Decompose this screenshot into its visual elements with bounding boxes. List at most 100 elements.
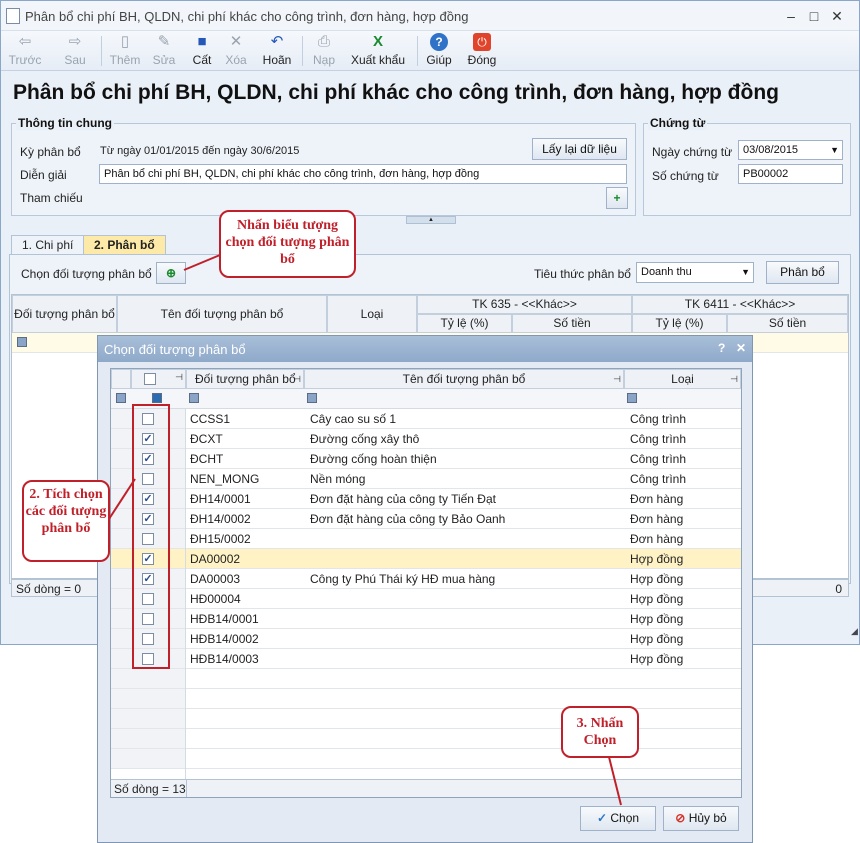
- toolbar-separator: [417, 36, 418, 66]
- col-header-rate-635: Tỷ lệ (%): [417, 314, 512, 333]
- minimize-button[interactable]: –: [781, 7, 801, 25]
- table-row[interactable]: [111, 709, 741, 729]
- table-row[interactable]: [111, 669, 741, 689]
- excel-icon: X: [372, 33, 383, 50]
- table-row[interactable]: HĐ00004 Hợp đồng: [111, 589, 741, 609]
- export-button[interactable]: X Xuất khẩu: [347, 33, 409, 69]
- table-row[interactable]: ✓ ĐCXT Đường cống xây thô Công trình: [111, 429, 741, 449]
- table-row[interactable]: HĐB14/0003 Hợp đồng: [111, 649, 741, 669]
- pin-icon[interactable]: ⊣: [293, 370, 301, 388]
- table-row[interactable]: ✓ DA00003 Công ty Phú Thái ký HĐ mua hàng H…: [111, 569, 741, 589]
- app-icon: [6, 8, 20, 24]
- voucher-number-input[interactable]: PB00002: [738, 164, 843, 184]
- resize-grip-icon[interactable]: ◢: [851, 626, 858, 637]
- dlg-col-type: Loại ⊣: [624, 369, 741, 389]
- row-code: HĐB14/0001: [190, 612, 259, 626]
- footer-total: 0: [835, 582, 842, 596]
- add-button[interactable]: ▯ Thêm: [107, 33, 143, 69]
- callout-arrow: [183, 254, 221, 271]
- collapse-handle[interactable]: ▲: [406, 216, 456, 224]
- row-name: Đơn đặt hàng của công ty Bảo Oanh: [310, 512, 506, 526]
- criteria-select[interactable]: Doanh thu ▼: [636, 262, 754, 283]
- table-row[interactable]: [111, 729, 741, 749]
- cancel-button[interactable]: ⊘ Hủy bỏ: [663, 806, 739, 831]
- table-row[interactable]: NEN_MONG Nền móng Công trình: [111, 469, 741, 489]
- row-code: HĐB14/0002: [190, 632, 259, 646]
- row-name: Công ty Phú Thái ký HĐ mua hàng: [310, 572, 496, 586]
- dropdown-arrow-icon[interactable]: ▼: [830, 141, 839, 159]
- dialog-title-bar: Chọn đối tượng phân bổ ? ✕: [98, 336, 752, 362]
- table-row[interactable]: HĐB14/0001 Hợp đồng: [111, 609, 741, 629]
- callout-press-choose: 3. Nhấn Chọn: [561, 706, 639, 758]
- close-window-button[interactable]: ✕: [827, 7, 847, 25]
- maximize-button[interactable]: □: [804, 7, 824, 25]
- row-type: Đơn hàng: [630, 532, 684, 546]
- save-button[interactable]: ■ Cất: [187, 33, 217, 69]
- table-row[interactable]: ✓ DA00002 Hợp đồng: [111, 549, 741, 569]
- pin-icon[interactable]: ⊣: [730, 370, 738, 388]
- table-row[interactable]: ✓ ĐH14/0002 Đơn đặt hàng của công ty Bảo O…: [111, 509, 741, 529]
- table-row[interactable]: ✓ ĐH14/0001 Đơn đặt hàng của công ty Tiến …: [111, 489, 741, 509]
- dropdown-arrow-icon[interactable]: ▼: [741, 263, 750, 281]
- dialog-help-button[interactable]: ?: [718, 341, 725, 355]
- table-row[interactable]: ĐH15/0002 Đơn hàng: [111, 529, 741, 549]
- filter-icon[interactable]: [307, 393, 317, 403]
- choose-object-label: Chọn đối tượng phân bổ: [21, 267, 152, 281]
- back-button[interactable]: ⇦ Trước: [7, 33, 43, 69]
- select-all-checkbox[interactable]: [144, 373, 156, 385]
- row-code: CCSS1: [190, 412, 231, 426]
- filter-icon[interactable]: [17, 337, 27, 347]
- callout-arrow: [108, 478, 136, 520]
- callout-tick-objects: 2. Tích chọn các đối tượng phân bổ: [22, 480, 110, 562]
- col-group-6411: TK 6411 - <<Khác>>: [632, 295, 848, 314]
- filter-icon[interactable]: [152, 393, 162, 403]
- voucher-date-input[interactable]: 03/08/2015 ▼: [738, 140, 843, 160]
- dialog-close-button[interactable]: ✕: [736, 341, 746, 355]
- filter-icon[interactable]: [189, 393, 199, 403]
- close-button[interactable]: ⏻ Đóng: [465, 33, 499, 69]
- title-bar: Phân bổ chi phí BH, QLDN, chi phí khác c…: [1, 1, 859, 31]
- dialog-rows: CCSS1 Cây cao su số 1 Công trình ✓ ĐCXT Đường…: [111, 409, 741, 779]
- table-row[interactable]: [111, 749, 741, 769]
- table-row[interactable]: CCSS1 Cây cao su số 1 Công trình: [111, 409, 741, 429]
- dialog-filter-row: [111, 389, 741, 409]
- voucher-group: Chứng từ Ngày chứng từ 03/08/2015 ▼ Số ch…: [643, 116, 851, 216]
- period-label: Kỳ phân bổ: [20, 145, 81, 159]
- row-code: DA00003: [190, 572, 241, 586]
- edit-button[interactable]: ✎ Sửa: [149, 33, 179, 69]
- callout-arrow: [608, 756, 622, 806]
- row-type: Hợp đồng: [630, 612, 684, 626]
- row-code: ĐH14/0002: [190, 512, 251, 526]
- allocate-button[interactable]: Phân bổ: [766, 261, 839, 284]
- delete-button[interactable]: ✕ Xóa: [221, 33, 251, 69]
- tab-chi-phi[interactable]: 1. Chi phí: [11, 235, 85, 255]
- new-document-icon: ▯: [120, 33, 130, 50]
- undo-button[interactable]: ↶ Hoãn: [259, 33, 295, 69]
- tab-phan-bo[interactable]: 2. Phân bổ: [83, 235, 166, 255]
- row-name: Nền móng: [310, 472, 366, 486]
- import-button[interactable]: ⎙ Nạp: [309, 33, 339, 69]
- pin-icon[interactable]: ⊣: [613, 370, 621, 388]
- table-row[interactable]: HĐB14/0002 Hợp đồng: [111, 629, 741, 649]
- row-type: Hợp đồng: [630, 632, 684, 646]
- row-type: Hợp đồng: [630, 572, 684, 586]
- filter-icon[interactable]: [116, 393, 126, 403]
- callout-choose-icon: Nhấn biểu tượng chọn đối tượng phân bổ: [219, 210, 356, 278]
- reload-data-button[interactable]: Lấy lại dữ liệu: [532, 138, 627, 160]
- pin-icon[interactable]: ⊣: [175, 372, 183, 383]
- page-title: Phân bổ chi phí BH, QLDN, chi phí khác c…: [13, 81, 779, 104]
- help-button[interactable]: ? Giúp: [423, 33, 455, 69]
- description-input[interactable]: Phân bổ chi phí BH, QLDN, chi phí khác c…: [99, 164, 627, 184]
- voucher-number-label: Số chứng từ: [652, 169, 719, 183]
- filter-icon[interactable]: [627, 393, 637, 403]
- table-row[interactable]: ✓ ĐCHT Đường cống hoàn thiện Công trình: [111, 449, 741, 469]
- add-reference-icon[interactable]: +: [606, 187, 628, 209]
- arrow-right-icon: ⇨: [68, 33, 82, 50]
- cancel-icon: ⊘: [675, 811, 686, 825]
- table-row[interactable]: [111, 689, 741, 709]
- toolbar-separator: [302, 36, 303, 66]
- toolbar-separator: [101, 36, 102, 66]
- forward-button[interactable]: ⇨ Sau: [57, 33, 93, 69]
- row-name: Đường cống hoàn thiện: [310, 452, 437, 466]
- row-type: Công trình: [630, 432, 687, 446]
